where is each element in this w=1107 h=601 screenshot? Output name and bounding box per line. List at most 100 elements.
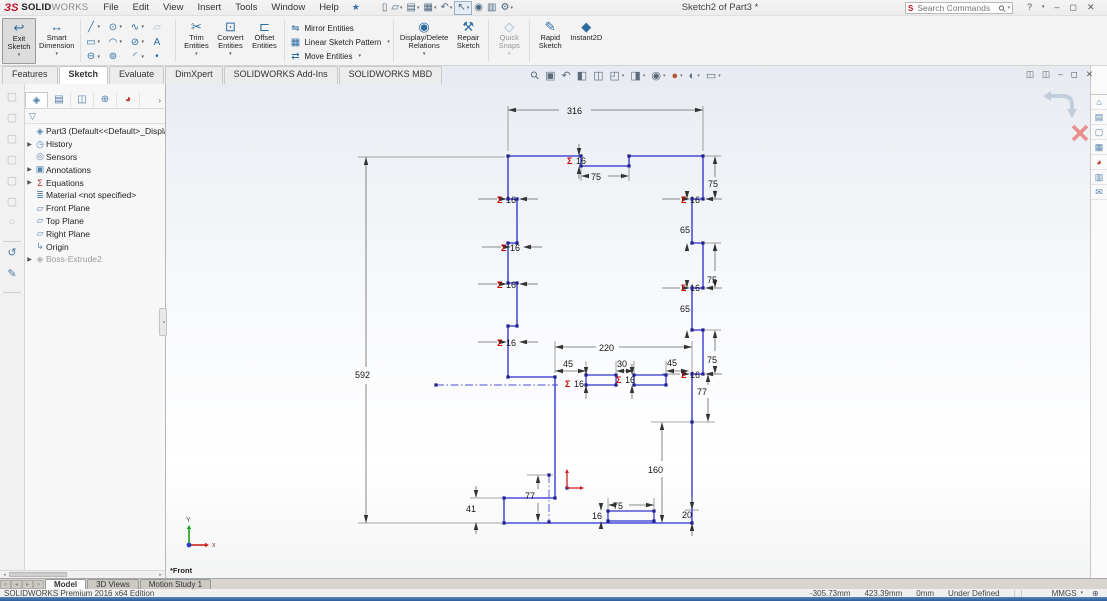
dimension-45[interactable]: 45 xyxy=(555,359,586,374)
new-document-button[interactable]: ▯ xyxy=(380,1,390,15)
options-button[interactable]: ⚙ ▾ xyxy=(498,1,514,15)
spline-button[interactable]: ∿ ▾ xyxy=(128,20,150,35)
tree-tabs-expand-icon[interactable]: › xyxy=(158,96,165,105)
pin-menu-icon[interactable]: ★ xyxy=(346,2,366,13)
hide-show-items-caret-icon[interactable]: ▾ xyxy=(663,73,666,79)
print-button[interactable]: ▦ ▾ xyxy=(422,1,439,15)
dimension-316[interactable]: 316 xyxy=(508,106,703,116)
dimension-16[interactable]: Σ 16 xyxy=(478,338,538,348)
tree-part3[interactable]: ◈Part3 (Default<<Default>_Display State … xyxy=(25,125,165,138)
view-cube-5-icon[interactable]: ▢ xyxy=(7,174,17,195)
perimeter-circle-button[interactable]: ⊚ xyxy=(106,49,128,64)
tree-horizontal-scrollbar[interactable]: ◂ ▸ xyxy=(0,570,165,578)
move-entities-button[interactable]: ⇄ Move Entities ▾ xyxy=(288,49,389,63)
view-cube-1-icon[interactable]: ▢ xyxy=(7,90,17,111)
exit-sketch-caret-icon[interactable]: ▾ xyxy=(18,52,21,58)
xpert-tools-button[interactable]: ◉ xyxy=(472,1,485,15)
dimension-16[interactable]: Σ 16 xyxy=(482,243,542,253)
propertymanager-tab[interactable]: ▤ xyxy=(48,92,71,108)
help-button[interactable]: ? xyxy=(1022,2,1037,12)
solidworks-forum-button[interactable]: ✉ xyxy=(1091,185,1107,200)
tree-equations[interactable]: ▶ Σ Equations xyxy=(25,176,165,189)
tree-annotations[interactable]: ▶ ▣ Annotations xyxy=(25,163,165,176)
undo-caret-icon[interactable]: ▾ xyxy=(450,5,453,11)
sketch-fillet-button[interactable]: ◜ ▾ xyxy=(128,49,150,64)
smart-dimension-button[interactable]: ↔ Smart Dimension ▾ xyxy=(36,18,77,64)
menu-tools[interactable]: Tools xyxy=(228,1,264,14)
save-caret-icon[interactable]: ▾ xyxy=(417,5,420,11)
apply-scene-caret-icon[interactable]: ▾ xyxy=(697,73,700,79)
print-caret-icon[interactable]: ▾ xyxy=(434,5,437,11)
sketch-edit-tool-icon[interactable]: ✎ xyxy=(7,267,16,288)
dimension-45[interactable]: 45 xyxy=(666,358,689,374)
restore-button[interactable]: ◻ xyxy=(1065,2,1082,13)
edit-appearance-caret-icon[interactable]: ▾ xyxy=(680,73,683,79)
display-delete-relations-caret-icon[interactable]: ▾ xyxy=(423,51,426,57)
sketch-canvas[interactable]: 316592Σ 1675Σ 16Σ 16Σ 16Σ 1675Σ 166575Σ 166575Σ… xyxy=(166,66,1091,578)
3d-drawing-view-button[interactable]: ◫ xyxy=(590,68,606,83)
move-entities-caret-icon[interactable]: ▾ xyxy=(358,53,361,59)
trim-entities-caret-icon[interactable]: ▾ xyxy=(195,51,198,57)
hide-show-items-button[interactable]: ◉ ▾ xyxy=(648,68,668,83)
menu-help[interactable]: Help xyxy=(312,1,346,14)
doc-close-button[interactable]: ✕ xyxy=(1082,69,1097,80)
custom-properties-button[interactable]: ▥ xyxy=(1091,170,1107,185)
corner-rectangle-caret-icon[interactable]: ▾ xyxy=(97,39,100,45)
menu-view[interactable]: View xyxy=(156,1,190,14)
filter-funnel-icon[interactable]: ▽ xyxy=(25,111,36,122)
scroll-right-icon[interactable]: ▸ xyxy=(156,572,165,578)
dimension-75[interactable]: 75 xyxy=(708,156,718,199)
select-caret-icon[interactable]: ▾ xyxy=(467,5,470,11)
tab-solidworks-add-ins[interactable]: SOLIDWORKS Add-Ins xyxy=(223,66,338,84)
dimension-220[interactable]: 220 xyxy=(555,343,692,353)
instant2d-button[interactable]: ◆ Instant2D xyxy=(567,18,605,64)
scroll-left-icon[interactable]: ◂ xyxy=(0,572,9,578)
view-orientation-caret-icon[interactable]: ▾ xyxy=(622,73,625,79)
tree-history[interactable]: ▶ ◷ History xyxy=(25,138,165,151)
quick-snaps-caret-icon[interactable]: ▾ xyxy=(508,51,511,57)
straight-slot-caret-icon[interactable]: ▾ xyxy=(97,54,100,60)
circle-button[interactable]: ⊙ ▾ xyxy=(106,20,128,35)
point-button[interactable]: • xyxy=(150,49,172,64)
linear-sketch-pattern-button[interactable]: ▦ Linear Sketch Pattern ▾ xyxy=(288,35,390,49)
convert-entities-button[interactable]: ⊡ Convert Entities ▾ xyxy=(213,18,247,64)
tab-features[interactable]: Features xyxy=(2,66,58,84)
display-delete-relations-button[interactable]: ◉ Display/Delete Relations ▾ xyxy=(397,18,451,64)
view-settings-caret-icon[interactable]: ▾ xyxy=(718,73,721,79)
close-button[interactable]: ✕ xyxy=(1082,2,1100,13)
line-button[interactable]: ╱ ▾ xyxy=(84,20,106,35)
dimension-75[interactable]: 75 xyxy=(707,243,718,288)
dimensions[interactable]: 316592Σ 1675Σ 16Σ 16Σ 16Σ 1675Σ 166575Σ 166575Σ… xyxy=(355,106,722,536)
trim-entities-button[interactable]: ✂ Trim Entities ▾ xyxy=(179,18,213,64)
exit-sketch-button[interactable]: ↩ Exit Sketch ▾ xyxy=(2,18,36,64)
select-button[interactable]: ↖ ▾ xyxy=(454,0,473,15)
tree-material[interactable]: ≣ Material <not specified> xyxy=(25,189,165,202)
tree-right-plane[interactable]: ▱ Right Plane xyxy=(25,227,165,240)
open-document-button[interactable]: ▱ ▾ xyxy=(389,1,404,15)
view-sphere-icon[interactable]: ○ xyxy=(9,216,16,237)
display-style-caret-icon[interactable]: ▾ xyxy=(643,73,646,79)
mirror-entities-button[interactable]: ⇋ Mirror Entities xyxy=(288,21,389,35)
view-cube-4-icon[interactable]: ▢ xyxy=(7,153,17,174)
design-table-button[interactable]: ▥ xyxy=(485,1,498,15)
ellipse-button[interactable]: ⊘ ▾ xyxy=(128,35,150,50)
dimension-77[interactable]: 77 xyxy=(697,374,711,422)
save-button[interactable]: ▤ ▾ xyxy=(405,1,422,15)
doc-restore-button[interactable]: ◻ xyxy=(1067,69,1082,80)
ellipse-caret-icon[interactable]: ▾ xyxy=(141,39,144,45)
tree-origin[interactable]: ↳ Origin xyxy=(25,240,165,253)
tab-model[interactable]: Model xyxy=(45,579,87,589)
tab-dimxpert[interactable]: DimXpert xyxy=(165,66,223,84)
offset-entities-button[interactable]: ⊏ Offset Entities xyxy=(247,18,281,64)
graphics-area[interactable]: 316 592 Σ 16 75 Σ 16 Σ 16 Σ 16 Σ 16 75 Σ 16 65 75 Σ 16 65 75 Σ… xyxy=(165,66,1090,578)
dimension-16[interactable]: Σ 16 xyxy=(565,367,589,399)
tab-solidworks-mbd[interactable]: SOLIDWORKS MBD xyxy=(338,66,443,84)
tab-evaluate[interactable]: Evaluate xyxy=(109,66,165,84)
repair-sketch-button[interactable]: ⚒ Repair Sketch xyxy=(451,18,485,64)
scrollbar-thumb[interactable] xyxy=(9,572,67,577)
tree-sensors[interactable]: ◎ Sensors xyxy=(25,151,165,164)
dimension-16[interactable]: 16 xyxy=(592,503,604,529)
edit-appearance-button[interactable]: ● ▾ xyxy=(668,68,685,83)
rapid-sketch-button[interactable]: ✎ Rapid Sketch xyxy=(533,18,567,64)
previous-view-button[interactable]: ↶ xyxy=(558,68,573,83)
